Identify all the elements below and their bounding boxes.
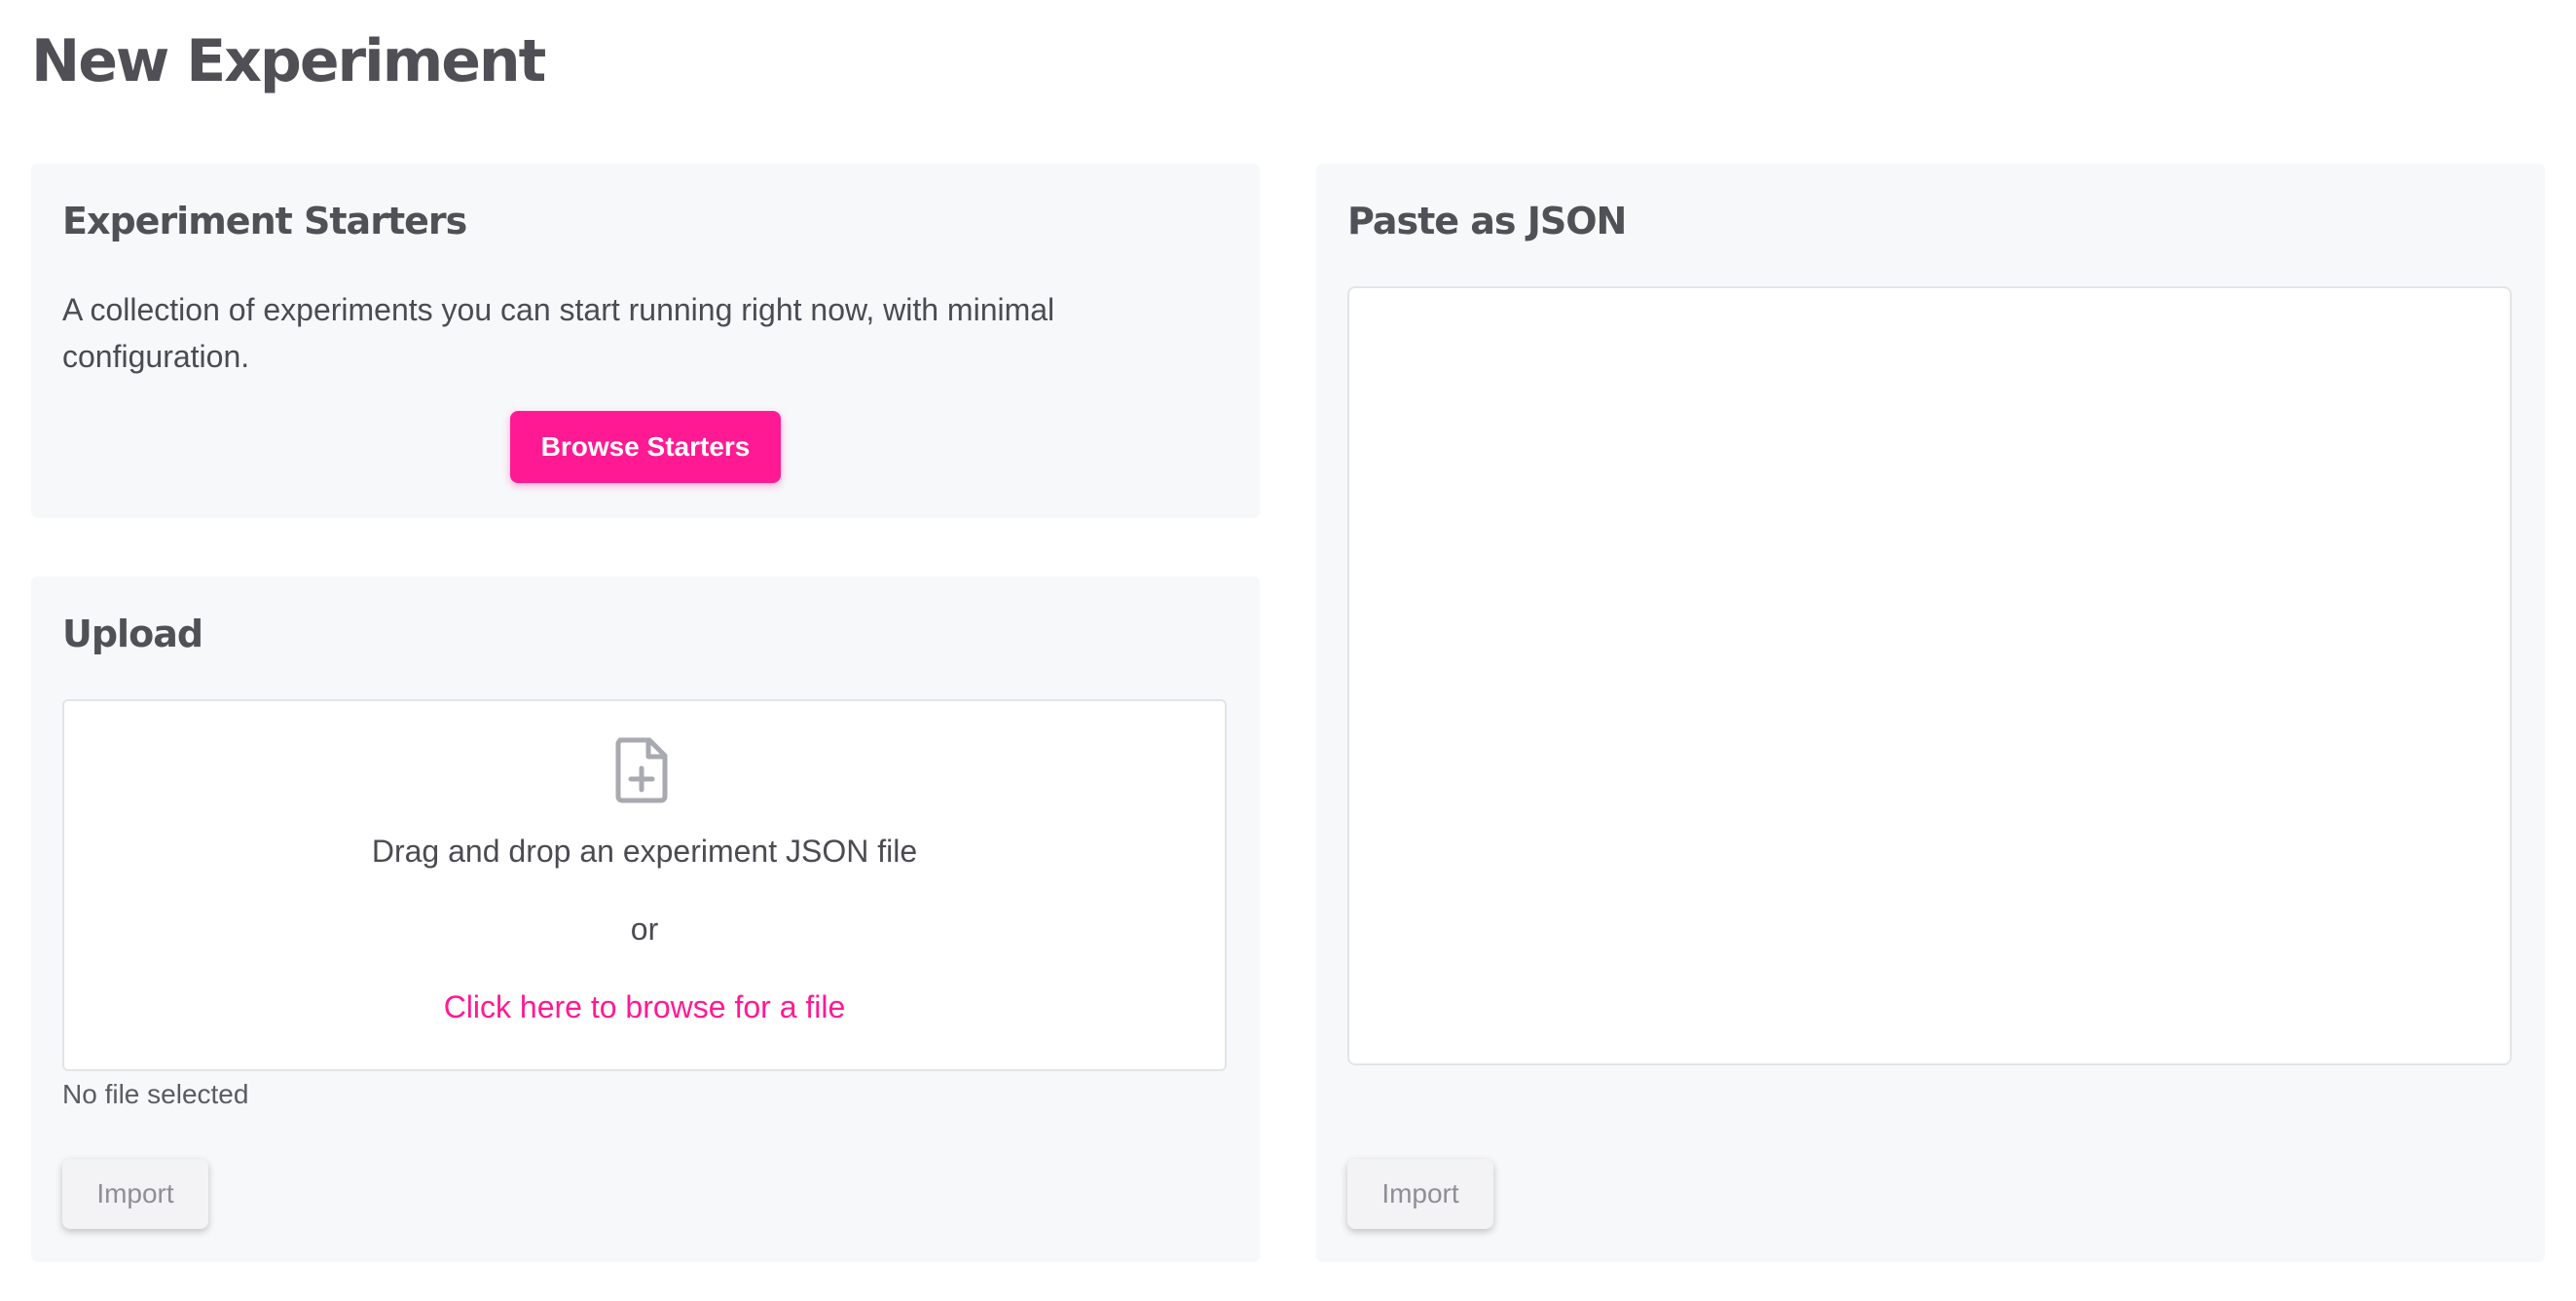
upload-import-button[interactable]: Import [62, 1159, 208, 1229]
experiment-starters-panel: Experiment Starters A collection of expe… [31, 164, 1260, 518]
browse-file-link[interactable]: Click here to browse for a file [64, 987, 1225, 1026]
upload-heading: Upload [62, 613, 203, 655]
file-plus-icon [615, 737, 668, 803]
page-title: New Experiment [31, 27, 546, 95]
file-dropzone[interactable]: Drag and drop an experiment JSON file or… [62, 699, 1227, 1071]
json-input[interactable] [1347, 286, 2512, 1065]
upload-panel: Upload Drag and drop an experiment JSON … [31, 576, 1260, 1262]
json-import-button[interactable]: Import [1347, 1159, 1493, 1229]
paste-json-panel: Paste as JSON Import [1316, 164, 2545, 1262]
drop-instructions: Drag and drop an experiment JSON file [371, 834, 918, 869]
experiment-starters-description: A collection of experiments you can star… [62, 292, 1055, 374]
browse-starters-button[interactable]: Browse Starters [510, 411, 781, 483]
or-separator: or [630, 911, 659, 947]
file-status-text: No file selected [62, 1079, 249, 1109]
experiment-starters-heading: Experiment Starters [62, 200, 467, 242]
paste-json-heading: Paste as JSON [1347, 200, 1627, 242]
